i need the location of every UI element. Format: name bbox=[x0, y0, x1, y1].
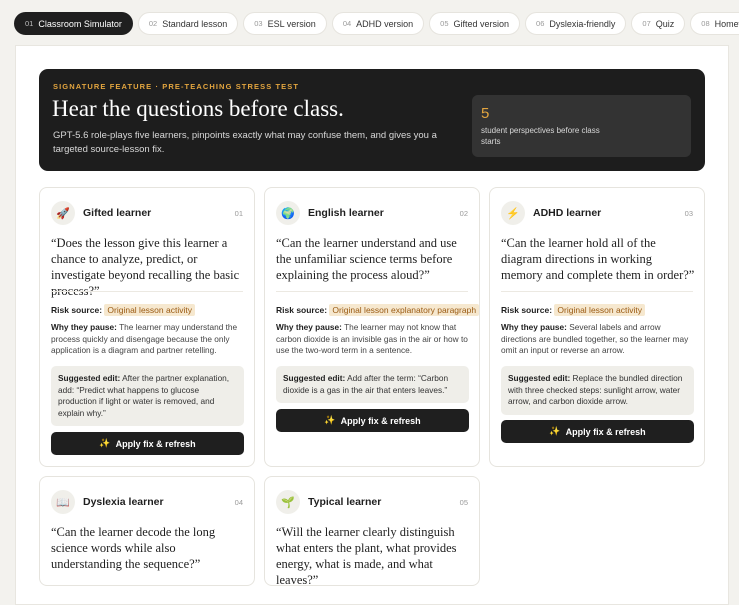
learner-name: Dyslexia learner bbox=[83, 496, 164, 508]
suggested-edit: Suggested edit: Add after the term: “Car… bbox=[276, 366, 469, 403]
stat-label: student perspectives before class starts bbox=[481, 126, 600, 146]
rocket-icon: 🚀 bbox=[51, 201, 75, 225]
magic-wand-icon: ✨ bbox=[99, 438, 111, 448]
learner-index: 02 bbox=[459, 208, 468, 218]
hero-kicker: SIGNATURE FEATURE · PRE-TEACHING STRESS … bbox=[53, 82, 300, 91]
divider bbox=[501, 291, 693, 292]
learner-question: “Can the learner understand and use the … bbox=[276, 236, 457, 282]
learner-index: 05 bbox=[459, 497, 468, 507]
tab-gifted-version[interactable]: 05 Gifted version bbox=[429, 12, 521, 35]
divider bbox=[51, 291, 243, 292]
card-header: ⚡ ADHD learner 03 bbox=[501, 200, 693, 226]
book-icon: 📖 bbox=[51, 490, 75, 514]
hero-banner: SIGNATURE FEATURE · PRE-TEACHING STRESS … bbox=[39, 69, 705, 171]
learner-name: Typical learner bbox=[308, 496, 382, 508]
tab-quiz[interactable]: 07 Quiz bbox=[631, 12, 686, 35]
tab-classroom-simulator[interactable]: 01 Classroom Simulator bbox=[14, 12, 133, 35]
tab-esl-version[interactable]: 03 ESL version bbox=[243, 12, 327, 35]
learner-question: “Can the learner hold all of the diagram… bbox=[501, 236, 695, 282]
tab-homework[interactable]: 08Homework bbox=[690, 12, 739, 35]
learner-index: 03 bbox=[684, 208, 693, 218]
card-header: 🌱 Typical learner 05 bbox=[276, 489, 468, 515]
hero-lead: GPT-5.6 role-plays five learners, pinpoi… bbox=[53, 130, 437, 155]
learner-index: 01 bbox=[234, 208, 243, 218]
learner-card-gifted: 🚀 Gifted learner 01 “Does the lesson giv… bbox=[39, 187, 255, 467]
card-header: 🚀 Gifted learner 01 bbox=[51, 200, 243, 226]
learner-question: “Will the learner clearly distinguish wh… bbox=[276, 525, 457, 587]
why-they-pause: Why they pause: Several labels and arrow… bbox=[501, 322, 689, 355]
learner-question: “Can the learner decode the long science… bbox=[51, 525, 216, 571]
lightning-icon: ⚡ bbox=[501, 201, 525, 225]
apply-fix-button[interactable]: ✨ Apply fix & refresh bbox=[501, 420, 694, 443]
why-they-pause: Why they pause: The learner may not know… bbox=[276, 322, 468, 355]
seedling-icon: 🌱 bbox=[276, 490, 300, 514]
tab-adhd-version[interactable]: 04 ADHD version bbox=[331, 12, 425, 35]
learner-question: “Does the lesson give this learner a cha… bbox=[51, 236, 240, 298]
learner-name: ADHD learner bbox=[533, 207, 602, 219]
learner-name: Gifted learner bbox=[83, 207, 152, 219]
suggested-edit: Suggested edit: After the partner explan… bbox=[51, 366, 244, 426]
apply-fix-button[interactable]: ✨ Apply fix & refresh bbox=[51, 432, 244, 455]
stat-panel: 5 student perspectives before class star… bbox=[472, 95, 691, 157]
risk-source: Risk source: Original lesson activity bbox=[501, 304, 695, 316]
risk-chip: Original lesson activity bbox=[554, 304, 645, 316]
risk-source: Risk source: Original lesson explanatory… bbox=[276, 304, 480, 316]
risk-source: Risk source: Original lesson activity bbox=[51, 304, 245, 316]
card-header: 🌍 English learner 02 bbox=[276, 200, 468, 226]
learner-card-typical: 🌱 Typical learner 05 “Will the learner c… bbox=[264, 476, 480, 587]
tab-standard-lesson[interactable]: 02 Standard lesson bbox=[137, 12, 239, 35]
why-they-pause: Why they pause: The learner may understa… bbox=[51, 322, 238, 355]
learner-name: English learner bbox=[308, 207, 384, 219]
magic-wand-icon: ✨ bbox=[549, 426, 561, 436]
magic-wand-icon: ✨ bbox=[324, 415, 336, 425]
learner-index: 04 bbox=[234, 497, 243, 507]
learner-card-adhd: ⚡ ADHD learner 03 “Can the learner hold … bbox=[489, 187, 705, 467]
suggested-edit: Suggested edit: Replace the bundled dire… bbox=[501, 366, 694, 415]
card-header: 📖 Dyslexia learner 04 bbox=[51, 489, 243, 515]
stat-value: 5 bbox=[481, 105, 490, 122]
divider bbox=[276, 291, 468, 292]
learner-card-english: 🌍 English learner 02 “Can the learner un… bbox=[264, 187, 480, 467]
risk-chip: Original lesson explanatory paragraph bbox=[329, 304, 480, 316]
apply-fix-button[interactable]: ✨ Apply fix & refresh bbox=[276, 409, 469, 432]
globe-icon: 🌍 bbox=[276, 201, 300, 225]
hero-title: Hear the questions before class. bbox=[52, 96, 344, 121]
tab-bar: 01 Classroom Simulator 02 Standard lesson … bbox=[14, 12, 739, 38]
tab-dyslexia-friendly[interactable]: 06 Dyslexia-friendly bbox=[525, 12, 627, 35]
risk-chip: Original lesson activity bbox=[104, 304, 195, 316]
learner-card-dyslexia: 📖 Dyslexia learner 04 “Can the learner d… bbox=[39, 476, 255, 586]
